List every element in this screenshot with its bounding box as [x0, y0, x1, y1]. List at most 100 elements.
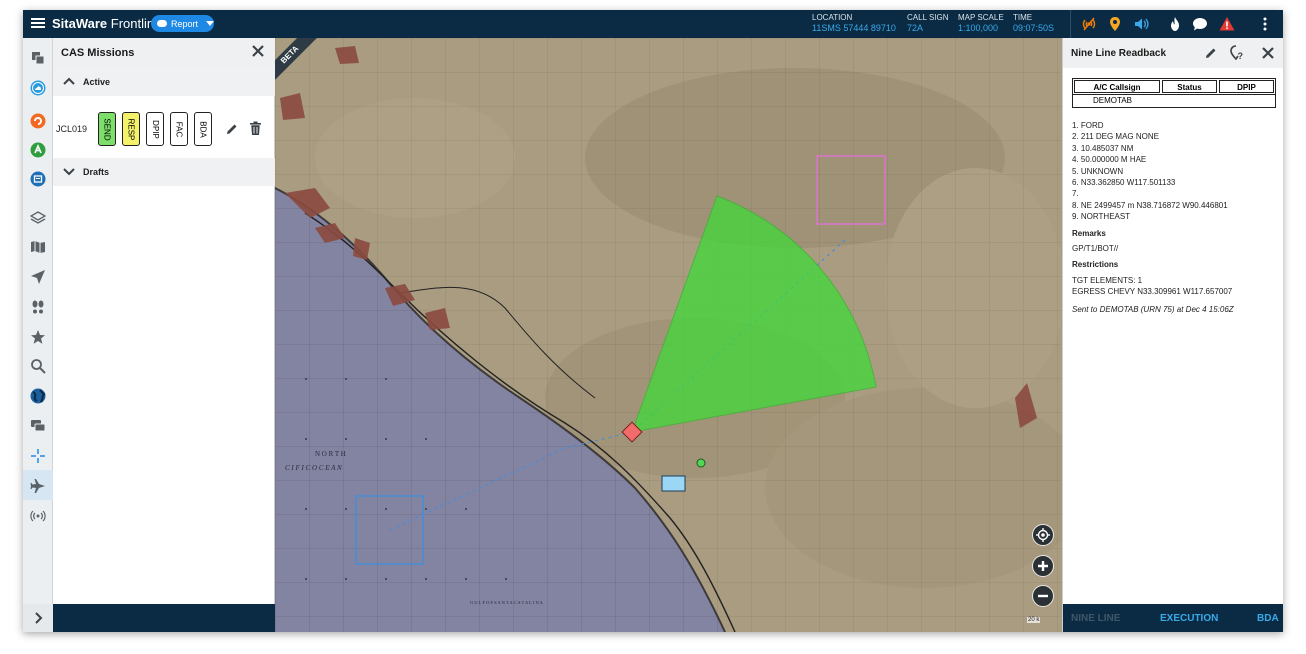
mission-row[interactable]: JCL019 SEND RESP DPIP FAC BDA	[53, 98, 275, 158]
col-callsign: A/C Callsign	[1074, 80, 1160, 93]
fac-label: FAC	[174, 121, 184, 137]
chat-bubble-icon[interactable]	[1192, 16, 1208, 32]
minus-icon	[1038, 594, 1048, 598]
hamburger-menu-icon[interactable]	[31, 16, 45, 32]
chevron-up-icon	[63, 77, 75, 85]
edit-pencil-icon[interactable]	[1204, 46, 1218, 60]
svg-text:?: ?	[1238, 51, 1244, 61]
dpip-label: DPIP	[150, 119, 160, 139]
nine-line-footer: NINE LINE EXECUTION BDA	[1063, 604, 1283, 632]
fire-icon[interactable]	[1167, 16, 1183, 32]
active-label: Active	[83, 77, 111, 87]
layers-icon[interactable]	[30, 210, 46, 226]
chat-icon[interactable]	[30, 418, 46, 434]
zoom-out-button[interactable]	[1032, 585, 1054, 607]
help-lookup-icon[interactable]: ?	[1229, 45, 1245, 61]
send-button[interactable]: SEND	[98, 112, 116, 146]
remarks-value: GP/T1/BOT//	[1072, 244, 1119, 254]
map-scale-readout: MAP SCALE 1:100,000	[958, 13, 1004, 33]
cas-header: CAS Missions	[53, 38, 275, 68]
nine-line-1: 1. FORD	[1072, 121, 1104, 130]
status-icons	[1070, 10, 1283, 38]
close-icon[interactable]	[1261, 46, 1275, 60]
alert-icon[interactable]	[1219, 16, 1235, 32]
signal-off-icon[interactable]	[1081, 16, 1097, 32]
edit-pencil-icon[interactable]	[225, 122, 239, 136]
fire-circle-icon[interactable]	[30, 113, 46, 129]
restriction-line: TGT ELEMENTS: 1	[1072, 275, 1143, 285]
bda-button[interactable]: BDA	[194, 112, 212, 146]
time-value: 09:07:50S	[1013, 23, 1055, 33]
map-scale-label: MAP SCALE	[958, 13, 1004, 22]
report-label: Report	[170, 18, 198, 29]
tab-nine-line[interactable]: NINE LINE	[1071, 613, 1120, 624]
locate-me-button[interactable]	[1032, 524, 1054, 546]
map-scale-bar: 20 k	[1027, 617, 1041, 623]
nine-line-8: 8. NE 2499457 m N38.716872 W90.446801	[1072, 200, 1228, 210]
map-scale-value: 1:100,000	[958, 23, 999, 33]
airplane-icon[interactable]	[30, 478, 46, 494]
layers-stack-icon[interactable]	[30, 50, 46, 66]
remarks-heading: Remarks	[1072, 228, 1106, 238]
sent-status: Sent to DEMOTAB (URN 75) at Dec 4 15:06Z	[1072, 304, 1234, 314]
gulf-label: G U L F O F S A N T A C A T A L I N A	[470, 600, 544, 605]
nine-line-body: 1. FORD 2. 211 DEG MAG NONE 3. 10.485037…	[1072, 120, 1277, 315]
map-view[interactable]: N O R T H C I F I C O C E A N G U L F O …	[275, 38, 1062, 632]
footprints-icon[interactable]	[30, 299, 46, 315]
fac-button[interactable]: FAC	[170, 112, 188, 146]
ocean-label-pacific: C I F I C O C E A N	[285, 464, 342, 472]
nine-line-6: 6. N33.362850 W117.501133	[1072, 178, 1176, 188]
cas-footer	[53, 604, 275, 632]
close-icon[interactable]	[251, 44, 265, 58]
panel-title: Nine Line Readback	[1071, 48, 1167, 59]
mission-circle-icon[interactable]	[30, 80, 46, 96]
target-locate-icon	[1036, 528, 1050, 542]
observer-point[interactable]	[696, 458, 706, 468]
trash-icon[interactable]	[249, 121, 262, 136]
star-icon[interactable]	[30, 329, 46, 345]
col-status: Status	[1162, 80, 1217, 93]
navigation-icon[interactable]	[30, 269, 46, 285]
tab-execution[interactable]: EXECUTION	[1160, 613, 1218, 624]
table-row[interactable]: DEMOTAB	[1073, 95, 1275, 107]
resp-button[interactable]: RESP	[122, 112, 140, 146]
app-window: SitaWare Frontline Report LOCATION 11SMS…	[23, 10, 1283, 632]
crosshair-icon[interactable]	[30, 448, 46, 464]
resp-label: RESP	[126, 118, 136, 140]
drafts-section-toggle[interactable]: Drafts	[53, 158, 275, 186]
map-book-icon[interactable]	[30, 239, 46, 255]
ocean-label-north: N O R T H	[315, 450, 346, 458]
radio-icon[interactable]	[30, 508, 46, 524]
nine-line-3: 3. 10.485037 NM	[1072, 143, 1134, 153]
more-vertical-icon[interactable]	[1257, 16, 1273, 32]
location-pin-icon[interactable]	[1107, 16, 1123, 32]
rail-expand-button[interactable]	[23, 604, 53, 632]
map-canvas[interactable]: N O R T H C I F I C O C E A N G U L F O …	[275, 38, 1062, 632]
globe-icon[interactable]	[30, 388, 46, 404]
search-icon[interactable]	[30, 358, 46, 374]
app-brand: SitaWare Frontline	[52, 16, 161, 31]
chevron-down-icon	[206, 21, 214, 26]
location-readout: LOCATION 11SMS 57444 89710	[812, 13, 896, 33]
dpip-button[interactable]: DPIP	[146, 112, 164, 146]
tab-bda[interactable]: BDA	[1257, 613, 1279, 624]
zoom-in-button[interactable]	[1032, 555, 1054, 577]
active-section-toggle[interactable]: Active	[53, 68, 275, 96]
friendly-unit-symbol[interactable]	[661, 475, 686, 492]
air-circle-icon[interactable]	[30, 142, 46, 158]
nine-line-5: 5. UNKNOWN	[1072, 166, 1124, 176]
callsign-readout: CALL SIGN 72A	[907, 13, 949, 33]
table-header-row: A/C Callsign Status DPIP	[1073, 79, 1275, 95]
nine-line-header: Nine Line Readback ?	[1063, 38, 1283, 68]
restriction-line: EGRESS CHEVY N33.309961 W117.657007	[1072, 287, 1233, 297]
report-button[interactable]: Report	[151, 15, 214, 32]
message-circle-icon[interactable]	[30, 171, 46, 187]
volume-icon[interactable]	[1133, 16, 1149, 32]
time-label: TIME	[1013, 13, 1033, 22]
left-rail	[23, 38, 53, 632]
nine-line-2: 2. 211 DEG MAG NONE	[1072, 132, 1159, 142]
callsign-table: A/C Callsign Status DPIP DEMOTAB	[1072, 78, 1276, 108]
cas-missions-panel: CAS Missions Active JCL019 SEND RESP DPI…	[53, 38, 275, 632]
nine-line-7: 7.	[1072, 189, 1079, 199]
callsign-cell: DEMOTAB	[1093, 96, 1132, 105]
